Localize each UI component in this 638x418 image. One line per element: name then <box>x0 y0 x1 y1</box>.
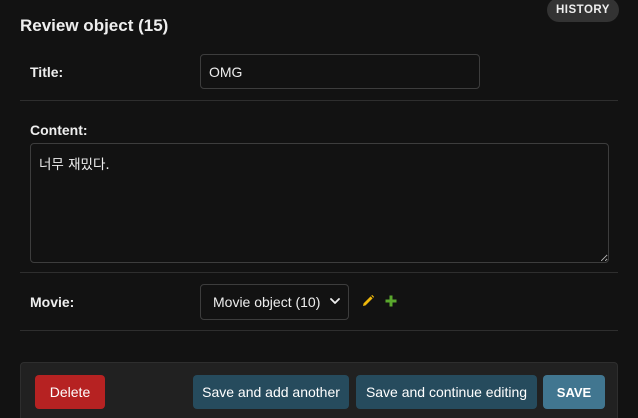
title-label: Title: <box>30 64 64 80</box>
save-button[interactable]: SAVE <box>543 375 605 409</box>
movie-select[interactable]: Movie object (10) <box>200 284 349 320</box>
history-button[interactable]: HISTORY <box>547 0 619 22</box>
form-row-movie: Movie: Movie object (10) <box>20 273 618 331</box>
plus-icon[interactable] <box>383 293 399 309</box>
chevron-down-icon <box>330 298 340 304</box>
title-input[interactable] <box>200 54 480 89</box>
save-and-add-another-button[interactable]: Save and add another <box>193 375 349 409</box>
content-label: Content: <box>30 122 88 138</box>
save-and-continue-button[interactable]: Save and continue editing <box>356 375 537 409</box>
movie-label: Movie: <box>30 294 75 310</box>
page-title: Review object (15) <box>20 16 169 35</box>
submit-row: Delete Save and add another Save and con… <box>20 362 618 418</box>
pencil-icon[interactable] <box>360 293 376 309</box>
form-row-title: Title: <box>20 44 618 101</box>
delete-button[interactable]: Delete <box>35 375 105 409</box>
movie-select-value: Movie object (10) <box>213 294 321 310</box>
content-textarea[interactable]: 너무 재밌다. <box>30 143 609 263</box>
change-form-page: Review object (15) HISTORY Title: Conten… <box>0 0 638 418</box>
form-row-content: Content: 너무 재밌다. <box>20 101 618 273</box>
